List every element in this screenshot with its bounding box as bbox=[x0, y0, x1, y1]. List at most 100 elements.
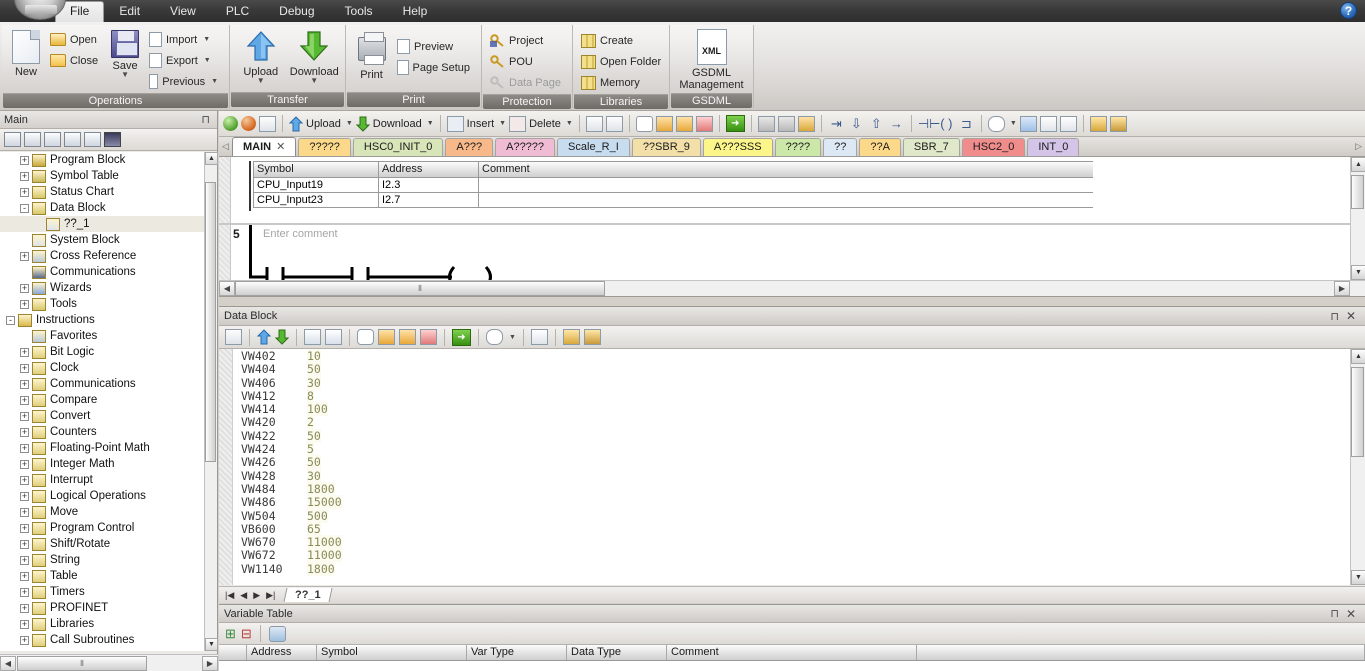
tree-item-floating-point-math[interactable]: + Floating-Point Math bbox=[0, 440, 205, 456]
download-toolbar-label[interactable]: Download bbox=[373, 118, 422, 130]
tree-item-favorites[interactable]: Favorites bbox=[0, 328, 205, 344]
data-block-row[interactable]: VW406 30 bbox=[241, 375, 342, 390]
download-icon[interactable] bbox=[275, 329, 289, 345]
tag-chevron-down-icon[interactable]: ▼ bbox=[509, 334, 516, 341]
insert-toolbar-label[interactable]: Insert bbox=[467, 118, 495, 130]
close-button[interactable]: Close bbox=[48, 50, 103, 71]
compile-icon[interactable] bbox=[259, 115, 276, 132]
tree-expand-icon[interactable]: + bbox=[20, 363, 29, 373]
editor-tab-hsc2-0[interactable]: HSC2_0 bbox=[961, 138, 1026, 156]
data-block-row[interactable]: VW672 11000 bbox=[241, 548, 342, 563]
scroll-down-icon[interactable]: ▼ bbox=[205, 638, 218, 651]
menu-item-help[interactable]: Help bbox=[388, 1, 443, 22]
coil-shape-icon[interactable]: ( ) bbox=[938, 116, 955, 132]
tree-expand-icon[interactable]: + bbox=[20, 475, 29, 485]
scroll-down-icon[interactable]: ▼ bbox=[1351, 265, 1365, 280]
tree-item-integer-math[interactable]: + Integer Math bbox=[0, 456, 205, 472]
tree-item-libraries[interactable]: + Libraries bbox=[0, 616, 205, 632]
tree-expand-icon[interactable]: + bbox=[20, 443, 29, 453]
tree-collapse-icon[interactable]: - bbox=[20, 203, 29, 213]
tree-expand-icon[interactable]: + bbox=[20, 539, 29, 549]
tree-expand-icon[interactable]: + bbox=[20, 347, 29, 357]
insert-icon[interactable] bbox=[446, 115, 464, 132]
edit-note-icon[interactable] bbox=[1039, 115, 1057, 132]
paste-icon[interactable] bbox=[325, 329, 342, 345]
insert-row-icon[interactable]: ⊞ bbox=[225, 626, 236, 642]
tree-item-string[interactable]: + String bbox=[0, 552, 205, 568]
upload-button[interactable]: Upload ▼ bbox=[234, 28, 288, 86]
tree-expand-icon[interactable]: + bbox=[20, 491, 29, 501]
data-block-row[interactable]: VB600 65 bbox=[241, 521, 342, 536]
insert-toolbar-chevron-down-icon[interactable]: ▼ bbox=[499, 120, 506, 127]
scroll-right-icon[interactable]: ▶ bbox=[202, 655, 218, 671]
editor-tab-[interactable]: ?? bbox=[823, 138, 858, 156]
tree-item-move[interactable]: + Move bbox=[0, 504, 205, 520]
data-block-row[interactable]: VW428 30 bbox=[241, 468, 342, 483]
nav-prev-icon[interactable]: ◀ bbox=[240, 590, 247, 601]
scroll-left-icon[interactable]: ◀ bbox=[219, 281, 235, 296]
compile-icon[interactable] bbox=[225, 329, 242, 345]
properties-icon[interactable] bbox=[583, 329, 601, 345]
protection-project-button[interactable]: Project bbox=[488, 30, 566, 51]
pin-icon[interactable]: ⊓ bbox=[198, 113, 213, 126]
tree-expand-icon[interactable]: + bbox=[20, 507, 29, 517]
upload-icon[interactable] bbox=[257, 329, 271, 345]
tree-expand-icon[interactable]: + bbox=[20, 283, 29, 293]
scroll-right-icon[interactable]: ▶ bbox=[1334, 281, 1350, 296]
editor-tab-a[interactable]: A??? bbox=[445, 138, 494, 156]
tree-item-call-subroutines[interactable]: + Call Subroutines bbox=[0, 632, 205, 648]
tree-item-shift-rotate[interactable]: + Shift/Rotate bbox=[0, 536, 205, 552]
status-chart-icon[interactable] bbox=[84, 132, 101, 147]
upload-chevron-down-icon[interactable]: ▼ bbox=[257, 77, 265, 85]
tag-icon[interactable] bbox=[987, 115, 1005, 132]
tree-item-cross-reference[interactable]: + Cross Reference bbox=[0, 248, 205, 264]
delete-row-icon[interactable]: ⊟ bbox=[241, 626, 252, 642]
download-toolbar-chevron-down-icon[interactable]: ▼ bbox=[427, 120, 434, 127]
project-tree-vertical-scrollbar[interactable]: ▲ ▼ bbox=[204, 152, 218, 651]
key-icon[interactable] bbox=[1089, 115, 1107, 132]
editor-tab-a[interactable]: ??A bbox=[859, 138, 901, 156]
tree-expand-icon[interactable]: + bbox=[20, 635, 29, 645]
tree-expand-icon[interactable]: + bbox=[20, 459, 29, 469]
open-button[interactable]: Open bbox=[48, 29, 103, 50]
scroll-up-icon[interactable]: ▲ bbox=[205, 152, 218, 165]
tree-item-program-control[interactable]: + Program Control bbox=[0, 520, 205, 536]
cut-icon[interactable] bbox=[695, 115, 713, 132]
hscroll-thumb[interactable]: ⦀ bbox=[235, 281, 605, 296]
indent-left-icon[interactable] bbox=[378, 329, 395, 345]
contact-icon[interactable]: ⊣⊢ bbox=[918, 116, 941, 132]
box-icon[interactable]: ⊐ bbox=[958, 116, 975, 132]
editor-tab-main[interactable]: MAIN ✕ bbox=[232, 137, 297, 156]
move-down-icon[interactable]: ⇩ bbox=[848, 116, 865, 132]
tree-collapse-icon[interactable]: - bbox=[6, 315, 15, 325]
previous-chevron-down-icon[interactable]: ▼ bbox=[211, 78, 218, 85]
tree-item-data-block[interactable]: - Data Block bbox=[0, 200, 205, 216]
tree-expand-icon[interactable]: + bbox=[20, 571, 29, 581]
help-icon[interactable]: ? bbox=[1340, 2, 1357, 19]
tree-item-instructions[interactable]: - Instructions bbox=[0, 312, 205, 328]
column-header-symbol[interactable]: Symbol bbox=[317, 645, 467, 660]
library-create-button[interactable]: Create bbox=[579, 30, 666, 51]
tree-expand-icon[interactable]: + bbox=[20, 251, 29, 261]
nav-first-icon[interactable]: |◀ bbox=[225, 590, 234, 601]
import-chevron-down-icon[interactable]: ▼ bbox=[203, 36, 210, 43]
upload-toolbar-chevron-down-icon[interactable]: ▼ bbox=[346, 120, 353, 127]
tree-expand-icon[interactable]: + bbox=[20, 155, 29, 165]
data-block-row[interactable]: VW422 50 bbox=[241, 428, 342, 443]
print-button[interactable]: Print bbox=[350, 32, 393, 83]
project-tree-horizontal-scrollbar[interactable]: ◀ ⦀ ▶ bbox=[0, 654, 218, 671]
protect-key-icon[interactable] bbox=[562, 329, 580, 345]
data-block-row[interactable]: VW670 11000 bbox=[241, 535, 342, 550]
column-header-address[interactable]: Address bbox=[247, 645, 317, 660]
editor-tab-[interactable]: ???? bbox=[774, 138, 822, 156]
nav-next-icon[interactable]: ▶ bbox=[253, 590, 260, 601]
copy-icon[interactable] bbox=[304, 329, 321, 345]
tree-item-clock[interactable]: + Clock bbox=[0, 360, 205, 376]
tree-item-profinet[interactable]: + PROFINET bbox=[0, 600, 205, 616]
data-block-row[interactable]: VW402 10 bbox=[241, 349, 342, 363]
tree-item-bit-logic[interactable]: + Bit Logic bbox=[0, 344, 205, 360]
menu-item-edit[interactable]: Edit bbox=[104, 1, 155, 22]
tree-expand-icon[interactable]: + bbox=[20, 427, 29, 437]
tree-expand-icon[interactable]: + bbox=[20, 555, 29, 565]
tree-item-convert[interactable]: + Convert bbox=[0, 408, 205, 424]
